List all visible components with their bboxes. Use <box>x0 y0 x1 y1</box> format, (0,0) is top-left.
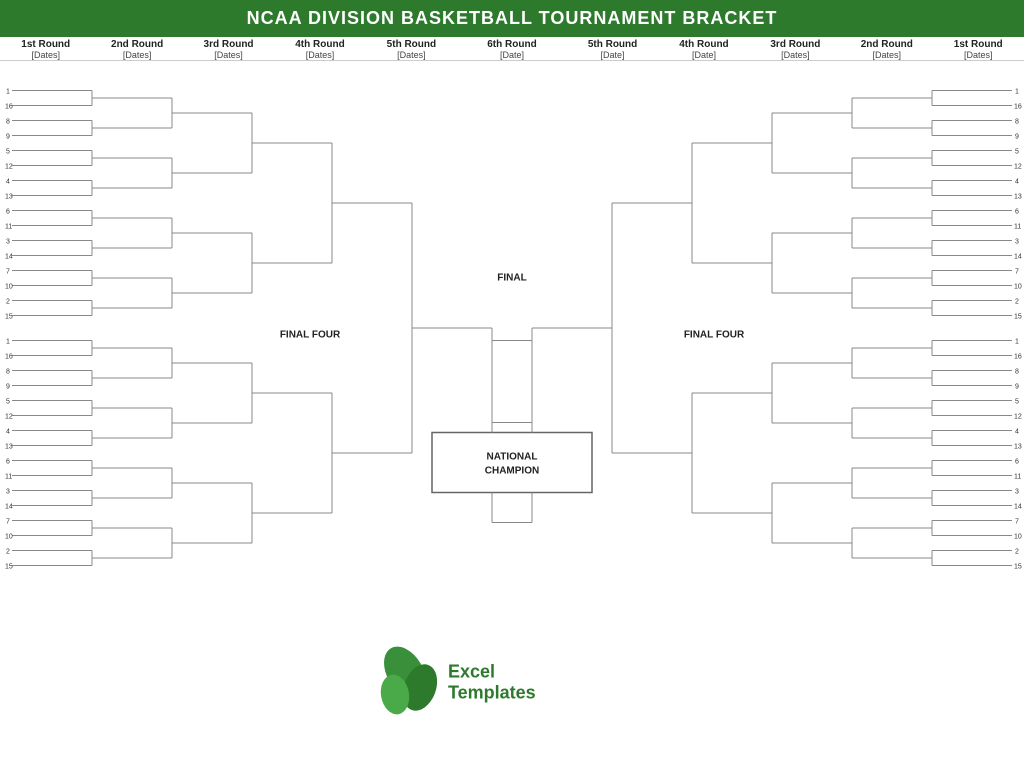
round-header-5th-left: 5th Round [Dates] <box>366 37 457 60</box>
round-header-1st-right: 1st Round [Dates] <box>933 37 1024 60</box>
svg-text:3: 3 <box>1015 239 1019 246</box>
page-title: NCAA DIVISION BASKETBALL TOURNAMENT BRAC… <box>0 0 1024 37</box>
svg-text:4: 4 <box>1015 429 1019 436</box>
svg-text:14: 14 <box>1014 254 1022 261</box>
svg-text:NATIONAL: NATIONAL <box>487 452 538 463</box>
bracket-area: 1 16 8 9 5 12 4 13 <box>0 61 1024 784</box>
svg-text:7: 7 <box>6 519 10 526</box>
svg-text:15: 15 <box>1014 314 1022 321</box>
svg-text:14: 14 <box>5 254 13 261</box>
svg-text:8: 8 <box>1015 369 1019 376</box>
svg-text:10: 10 <box>5 534 13 541</box>
svg-text:15: 15 <box>5 564 13 571</box>
round-header-2nd-left: 2nd Round [Dates] <box>91 37 182 60</box>
round-header-5th-right: 5th Round [Date] <box>567 37 658 60</box>
svg-text:FINAL FOUR: FINAL FOUR <box>280 330 341 341</box>
svg-text:16: 16 <box>5 104 13 111</box>
svg-text:12: 12 <box>5 414 13 421</box>
svg-text:11: 11 <box>5 224 12 231</box>
svg-text:13: 13 <box>5 194 13 201</box>
svg-text:10: 10 <box>1014 534 1022 541</box>
svg-text:14: 14 <box>1014 504 1022 511</box>
svg-text:10: 10 <box>1014 284 1022 291</box>
svg-text:5: 5 <box>1015 149 1019 156</box>
svg-text:12: 12 <box>1014 414 1022 421</box>
svg-text:5: 5 <box>6 149 10 156</box>
svg-text:14: 14 <box>5 504 13 511</box>
svg-text:2: 2 <box>1015 549 1019 556</box>
svg-text:Excel: Excel <box>448 662 495 682</box>
svg-text:6: 6 <box>1015 459 1019 466</box>
svg-text:7: 7 <box>1015 269 1019 276</box>
svg-text:9: 9 <box>1015 134 1019 141</box>
svg-text:2: 2 <box>6 549 10 556</box>
svg-text:13: 13 <box>1014 444 1022 451</box>
svg-text:CHAMPION: CHAMPION <box>485 466 539 477</box>
svg-text:2: 2 <box>6 299 10 306</box>
svg-text:2: 2 <box>1015 299 1019 306</box>
svg-text:6: 6 <box>6 459 10 466</box>
round-headers: 1st Round [Dates] 2nd Round [Dates] 3rd … <box>0 37 1024 61</box>
svg-text:FINAL FOUR: FINAL FOUR <box>684 330 745 341</box>
svg-text:16: 16 <box>5 354 13 361</box>
svg-text:8: 8 <box>6 369 10 376</box>
svg-text:13: 13 <box>5 444 13 451</box>
svg-text:1: 1 <box>6 339 10 346</box>
svg-text:4: 4 <box>6 429 10 436</box>
round-header-3rd-left: 3rd Round [Dates] <box>183 37 274 60</box>
svg-text:Templates: Templates <box>448 683 536 703</box>
svg-text:16: 16 <box>1014 354 1022 361</box>
svg-text:6: 6 <box>6 209 10 216</box>
svg-text:16: 16 <box>1014 104 1022 111</box>
svg-text:7: 7 <box>1015 519 1019 526</box>
svg-text:3: 3 <box>6 239 10 246</box>
svg-text:9: 9 <box>6 134 10 141</box>
svg-text:4: 4 <box>1015 179 1019 186</box>
svg-text:4: 4 <box>6 179 10 186</box>
svg-text:FINAL: FINAL <box>497 273 526 284</box>
svg-text:9: 9 <box>6 384 10 391</box>
svg-text:3: 3 <box>1015 489 1019 496</box>
svg-text:15: 15 <box>1014 564 1022 571</box>
svg-text:10: 10 <box>5 284 13 291</box>
svg-text:1: 1 <box>1015 89 1019 96</box>
svg-text:6: 6 <box>1015 209 1019 216</box>
svg-text:12: 12 <box>5 164 13 171</box>
svg-text:11: 11 <box>1014 474 1021 481</box>
round-header-6th: 6th Round [Date] <box>457 37 567 60</box>
svg-text:12: 12 <box>1014 164 1022 171</box>
svg-text:11: 11 <box>5 474 12 481</box>
round-header-4th-right: 4th Round [Date] <box>658 37 749 60</box>
svg-text:1: 1 <box>6 89 10 96</box>
svg-text:1: 1 <box>1015 339 1019 346</box>
svg-text:3: 3 <box>6 489 10 496</box>
svg-text:11: 11 <box>1014 224 1021 231</box>
round-header-3rd-right: 3rd Round [Dates] <box>750 37 841 60</box>
round-header-2nd-right: 2nd Round [Dates] <box>841 37 932 60</box>
svg-text:5: 5 <box>6 399 10 406</box>
svg-text:9: 9 <box>1015 384 1019 391</box>
round-header-1st-left: 1st Round [Dates] <box>0 37 91 60</box>
round-header-4th-left: 4th Round [Dates] <box>274 37 365 60</box>
bracket-svg: 1 16 8 9 5 12 4 13 <box>0 61 1024 784</box>
app: NCAA DIVISION BASKETBALL TOURNAMENT BRAC… <box>0 0 1024 784</box>
svg-text:7: 7 <box>6 269 10 276</box>
svg-text:5: 5 <box>1015 399 1019 406</box>
svg-text:8: 8 <box>1015 119 1019 126</box>
svg-text:13: 13 <box>1014 194 1022 201</box>
svg-text:15: 15 <box>5 314 13 321</box>
svg-text:8: 8 <box>6 119 10 126</box>
